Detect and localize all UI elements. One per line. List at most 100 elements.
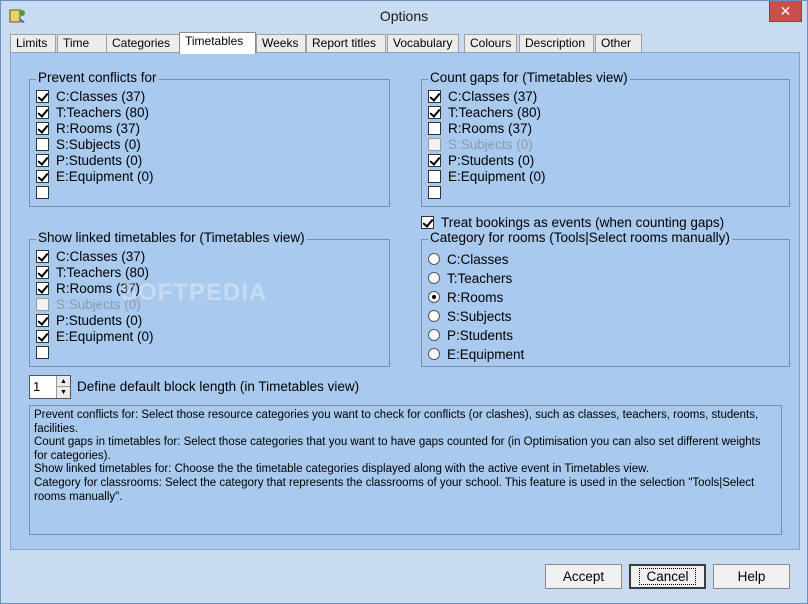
tab-report-titles[interactable]: Report titles (306, 34, 386, 53)
checkbox-label: C:Classes (37) (448, 88, 538, 104)
help-line: Show linked timetables for: Choose the t… (34, 463, 649, 476)
linked-equipment[interactable]: E:Equipment (0) (36, 328, 154, 344)
linked-classes[interactable]: C:Classes (37) (36, 248, 145, 264)
cancel-button[interactable]: Cancel (629, 564, 706, 589)
radio-button[interactable] (428, 348, 440, 360)
help-button[interactable]: Help (713, 564, 790, 589)
prevent-conflicts-subjects[interactable]: S:Subjects (0) (36, 136, 141, 152)
checkbox-label: E:Equipment (0) (56, 168, 154, 184)
prevent-conflicts-equipment[interactable]: E:Equipment (0) (36, 168, 154, 184)
count-gaps-rooms[interactable]: R:Rooms (37) (428, 120, 532, 136)
radio-label: E:Equipment (447, 346, 525, 362)
radio-button[interactable] (428, 272, 440, 284)
radio-students[interactable]: P:Students (428, 327, 513, 343)
count-gaps-teachers[interactable]: T:Teachers (80) (428, 104, 541, 120)
help-text-box: Prevent conflicts for: Select those reso… (29, 405, 782, 535)
radio-classes[interactable]: C:Classes (428, 251, 509, 267)
help-line: Prevent conflicts for: Select those reso… (34, 409, 759, 435)
rooms-category-legend: Category for rooms (Tools|Select rooms m… (428, 230, 732, 245)
help-line: Count gaps in timetables for: Select tho… (34, 436, 761, 462)
linked-teachers[interactable]: T:Teachers (80) (36, 264, 149, 280)
checkbox[interactable] (428, 169, 441, 183)
checkbox[interactable] (428, 153, 441, 167)
checkbox[interactable] (36, 329, 49, 343)
checkbox-label: S:Subjects (0) (448, 136, 533, 152)
linked-extra[interactable] (36, 344, 56, 360)
linked-rooms[interactable]: R:Rooms (37) (36, 280, 140, 296)
block-length-value[interactable]: 1 (33, 379, 40, 394)
checkbox[interactable] (421, 215, 434, 229)
checkbox-label: S:Subjects (0) (56, 136, 141, 152)
checkbox[interactable] (36, 121, 49, 135)
tab-description[interactable]: Description (519, 34, 594, 53)
prevent-conflicts-rooms[interactable]: R:Rooms (37) (36, 120, 140, 136)
checkbox-label: T:Teachers (80) (448, 104, 542, 120)
tab-weeks[interactable]: Weeks (256, 34, 306, 53)
title-bar[interactable]: Options ✕ (1, 1, 807, 31)
tab-limits[interactable]: Limits (10, 34, 56, 53)
checkbox[interactable] (428, 89, 441, 103)
tab-other[interactable]: Other (595, 34, 642, 53)
radio-label: R:Rooms (447, 289, 504, 305)
radio-button[interactable] (428, 310, 440, 322)
checkbox[interactable] (36, 185, 49, 199)
accept-button[interactable]: Accept (545, 564, 622, 589)
count-gaps-equipment[interactable]: E:Equipment (0) (428, 168, 546, 184)
checkbox[interactable] (36, 137, 49, 151)
checkbox[interactable] (36, 153, 49, 167)
radio-label: T:Teachers (447, 270, 513, 286)
checkbox[interactable] (36, 105, 49, 119)
count-gaps-classes[interactable]: C:Classes (37) (428, 88, 537, 104)
checkbox[interactable] (36, 89, 49, 103)
checkbox-label: T:Teachers (80) (56, 264, 150, 280)
treat-bookings-checkbox[interactable]: Treat bookings as events (when counting … (421, 214, 724, 230)
radio-rooms[interactable]: R:Rooms (428, 289, 503, 305)
checkbox-label: R:Rooms (37) (56, 280, 141, 296)
radio-button[interactable] (428, 253, 440, 265)
checkbox (36, 297, 49, 311)
tab-time[interactable]: Time (57, 34, 109, 53)
count-gaps-subjects: S:Subjects (0) (428, 136, 533, 152)
radio-subjects[interactable]: S:Subjects (428, 308, 512, 324)
linked-subjects: S:Subjects (0) (36, 296, 141, 312)
tab-colours[interactable]: Colours (464, 34, 517, 53)
radio-label: S:Subjects (447, 308, 512, 324)
checkbox-label: E:Equipment (0) (56, 328, 154, 344)
checkbox[interactable] (36, 313, 49, 327)
checkbox-label: P:Students (0) (56, 312, 143, 328)
checkbox-label: R:Rooms (37) (56, 120, 141, 136)
prevent-conflicts-students[interactable]: P:Students (0) (36, 152, 142, 168)
tab-vocabulary[interactable]: Vocabulary (387, 34, 459, 53)
spin-down-icon[interactable]: ▼ (56, 387, 70, 398)
tab-categories[interactable]: Categories (106, 34, 180, 53)
checkbox[interactable] (428, 121, 441, 135)
count-gaps-extra[interactable] (428, 184, 448, 200)
checkbox[interactable] (36, 169, 49, 183)
radio-teachers[interactable]: T:Teachers (428, 270, 512, 286)
radio-equipment[interactable]: E:Equipment (428, 346, 524, 362)
count-gaps-students[interactable]: P:Students (0) (428, 152, 534, 168)
close-button[interactable]: ✕ (769, 1, 802, 22)
prevent-conflicts-teachers[interactable]: T:Teachers (80) (36, 104, 149, 120)
block-length-spinner[interactable]: 1 ▲ ▼ (29, 375, 71, 399)
radio-button[interactable] (428, 329, 440, 341)
linked-timetables-group: Show linked timetables for (Timetables v… (29, 230, 390, 367)
checkbox[interactable] (36, 345, 49, 359)
checkbox-label: T:Teachers (80) (56, 104, 150, 120)
prevent-conflicts-classes[interactable]: C:Classes (37) (36, 88, 145, 104)
help-line: Category for classrooms: Select the cate… (34, 476, 755, 503)
linked-students[interactable]: P:Students (0) (36, 312, 142, 328)
radio-button[interactable] (428, 291, 440, 303)
checkbox[interactable] (428, 185, 441, 199)
prevent-conflicts-legend: Prevent conflicts for (36, 70, 159, 85)
radio-label: P:Students (447, 327, 514, 343)
prevent-conflicts-extra[interactable] (36, 184, 56, 200)
checkbox[interactable] (36, 265, 49, 279)
spin-up-icon[interactable]: ▲ (56, 376, 70, 387)
checkbox[interactable] (428, 105, 441, 119)
checkbox[interactable] (36, 249, 49, 263)
tab-timetables[interactable]: Timetables (179, 32, 256, 54)
radio-label: C:Classes (447, 251, 509, 267)
checkbox[interactable] (36, 281, 49, 295)
checkbox-label: P:Students (0) (56, 152, 143, 168)
